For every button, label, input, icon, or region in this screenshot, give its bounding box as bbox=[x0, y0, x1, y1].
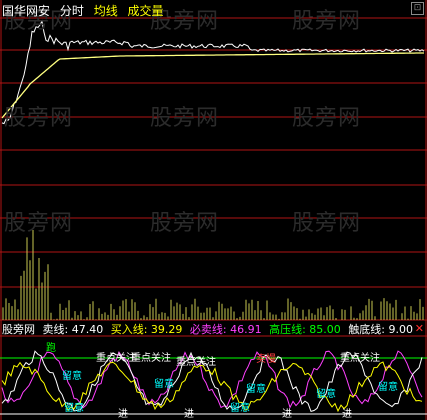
watermark: 股旁网 bbox=[150, 211, 220, 236]
maximize-icon[interactable]: ⊡ bbox=[411, 2, 424, 15]
chart-mode[interactable]: 分时 bbox=[60, 4, 84, 18]
enter-signal: 进 bbox=[184, 409, 194, 420]
focus-label: 重点关注 bbox=[340, 353, 380, 364]
stay-label: 留意 bbox=[62, 371, 82, 382]
stay-label: 留意 bbox=[64, 403, 84, 414]
watermark: 股旁网 bbox=[150, 106, 220, 131]
volume-label: 成交量 bbox=[127, 4, 164, 18]
volume-bars bbox=[2, 230, 424, 320]
watermark: 股旁网 bbox=[292, 9, 362, 34]
stay-label: 留意 bbox=[316, 389, 336, 400]
indicator-header: 股旁网 卖线: 47.40 买入线: 39.29 必卖线: 46.91 高压线:… bbox=[2, 321, 417, 337]
enter-signal: 进 bbox=[118, 409, 128, 420]
bottom-line-value: 触底线: 9.00 bbox=[348, 323, 414, 336]
sell-line-value: 卖线: 47.40 bbox=[42, 323, 104, 336]
sell-slow-label: 卖慢 bbox=[256, 354, 276, 365]
watermark: 股旁网 bbox=[292, 106, 362, 131]
enter-signal: 进 bbox=[342, 409, 352, 420]
focus-label: 重点关注 bbox=[96, 353, 136, 364]
buy-line-value: 买入线: 39.29 bbox=[110, 323, 183, 336]
indicator-prefix: 股旁网 bbox=[2, 323, 35, 336]
must-sell-line-value: 必卖线: 46.91 bbox=[189, 323, 262, 336]
stock-name: 国华网安 bbox=[2, 4, 51, 18]
stay-label: 留意 bbox=[154, 379, 174, 390]
run-signal: 跑 bbox=[46, 343, 56, 354]
enter-signal: 进 bbox=[282, 409, 292, 420]
close-icon[interactable]: ✕ bbox=[415, 322, 424, 335]
stay-label: 留意 bbox=[246, 384, 266, 395]
watermark: 股旁网 bbox=[292, 211, 362, 236]
watermark: 股旁网 bbox=[4, 106, 74, 131]
chart-header: 国华网安 分时 均线 成交量 bbox=[2, 2, 170, 19]
stay-label: 留意 bbox=[230, 403, 250, 414]
watermark: 股旁网 bbox=[4, 211, 74, 236]
focus-label: 重点关注 bbox=[176, 357, 216, 368]
high-pressure-line-value: 高压线: 85.00 bbox=[269, 323, 341, 336]
stay-label: 留意 bbox=[378, 382, 398, 393]
focus-label: 重点关注 bbox=[131, 353, 171, 364]
avg-line-label: 均线 bbox=[93, 4, 118, 18]
